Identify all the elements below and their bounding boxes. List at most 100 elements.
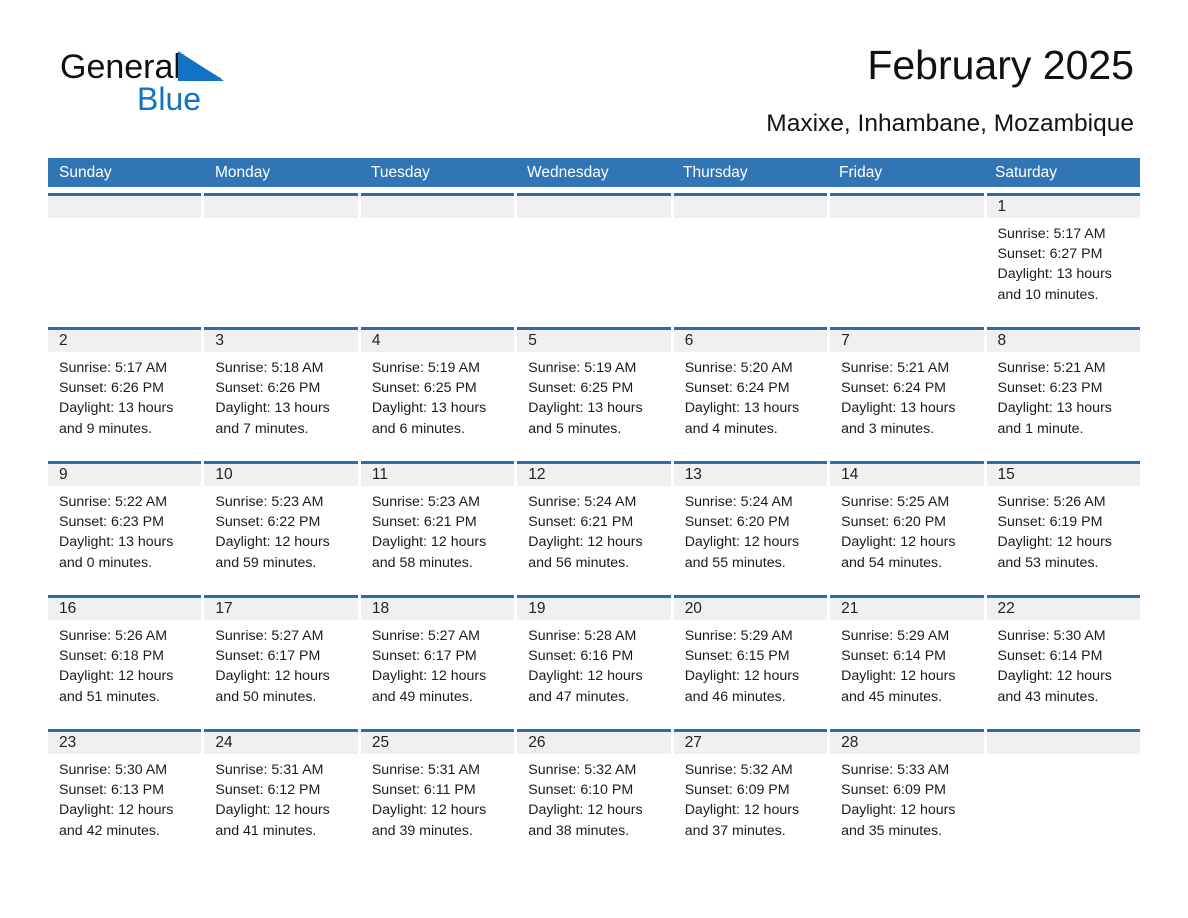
sunrise-time: Sunrise: 5:29 AM bbox=[841, 628, 950, 644]
daylight-duration-line1: Daylight: 12 hours bbox=[59, 802, 174, 819]
generalblue-logo[interactable]: General Blue bbox=[60, 48, 380, 118]
day-number-band: 5 bbox=[517, 330, 671, 352]
day-number: 15 bbox=[997, 466, 1015, 483]
page-header: General Blue February 2025 Maxixe, Inham… bbox=[48, 0, 1140, 137]
daylight-duration-line2: and 9 minutes. bbox=[59, 420, 153, 437]
day-details: Sunrise: 5:20 AM Sunset: 6:24 PM Daylight:… bbox=[674, 352, 827, 439]
calendar-day-cell[interactable]: 5 Sunrise: 5:19 AM Sunset: 6:25 PM Daylight… bbox=[517, 327, 671, 455]
daylight-duration-line2: and 45 minutes. bbox=[841, 688, 943, 705]
day-number-band: 12 bbox=[517, 464, 671, 486]
calendar-day-cell[interactable]: 13 Sunrise: 5:24 AM Sunset: 6:20 PM Dayligh… bbox=[673, 461, 828, 589]
day-number: 20 bbox=[684, 600, 702, 617]
sunset-time: Sunset: 6:19 PM bbox=[997, 514, 1103, 531]
daylight-duration-line2: and 4 minutes. bbox=[684, 420, 778, 437]
sunset-time: Sunset: 6:13 PM bbox=[59, 782, 164, 799]
calendar-day-cell[interactable]: 8 Sunrise: 5:21 AM Sunset: 6:23 PM Daylight… bbox=[986, 327, 1140, 455]
logo-triangle-icon bbox=[177, 49, 224, 96]
sunrise-time: Sunrise: 5:27 AM bbox=[215, 628, 324, 644]
day-number-band: 20 bbox=[673, 598, 828, 620]
day-number: 16 bbox=[59, 600, 77, 617]
daylight-duration-line2: and 53 minutes. bbox=[997, 554, 1099, 571]
calendar-day-cell[interactable]: 9 Sunrise: 5:22 AM Sunset: 6:23 PM Daylight… bbox=[48, 461, 202, 589]
weekday-header-thursday: Thursday bbox=[683, 164, 748, 181]
daylight-duration-line1: Daylight: 13 hours bbox=[997, 400, 1112, 417]
day-number-band: 23 bbox=[48, 732, 202, 754]
sunset-time: Sunset: 6:20 PM bbox=[841, 514, 946, 531]
daylight-duration-line1: Daylight: 12 hours bbox=[997, 668, 1112, 685]
day-number: 14 bbox=[841, 466, 859, 483]
sunset-time: Sunset: 6:23 PM bbox=[997, 380, 1103, 397]
calendar-day-cell[interactable]: 28 Sunrise: 5:33 AM Sunset: 6:09 PM Dayligh… bbox=[830, 729, 984, 857]
calendar-day-cell[interactable]: 16 Sunrise: 5:26 AM Sunset: 6:18 PM Dayligh… bbox=[48, 595, 202, 723]
calendar-day-cell[interactable]: 3 Sunrise: 5:18 AM Sunset: 6:26 PM Daylight… bbox=[204, 327, 358, 455]
sunrise-time: Sunrise: 5:22 AM bbox=[59, 494, 168, 510]
calendar-day-cell[interactable]: 10 Sunrise: 5:23 AM Sunset: 6:22 PM Dayligh… bbox=[204, 461, 358, 589]
daylight-duration-line1: Daylight: 13 hours bbox=[59, 534, 174, 551]
day-number: 1 bbox=[997, 198, 1007, 215]
calendar-day-cell[interactable]: 26 Sunrise: 5:32 AM Sunset: 6:10 PM Dayligh… bbox=[517, 729, 671, 857]
daylight-duration-line1: Daylight: 12 hours bbox=[841, 802, 956, 819]
calendar-day-cell[interactable]: 2 Sunrise: 5:17 AM Sunset: 6:26 PM Daylight… bbox=[48, 327, 202, 455]
day-details: Sunrise: 5:33 AM Sunset: 6:09 PM Daylight:… bbox=[830, 754, 983, 841]
calendar-day-cell[interactable]: 11 Sunrise: 5:23 AM Sunset: 6:21 PM Dayligh… bbox=[360, 461, 515, 589]
sunrise-time: Sunrise: 5:25 AM bbox=[841, 494, 950, 510]
calendar-day-cell[interactable]: 12 Sunrise: 5:24 AM Sunset: 6:21 PM Dayligh… bbox=[517, 461, 671, 589]
sunset-time: Sunset: 6:14 PM bbox=[841, 648, 946, 665]
calendar-day-cell[interactable]: 18 Sunrise: 5:27 AM Sunset: 6:17 PM Dayligh… bbox=[360, 595, 515, 723]
calendar-day-cell[interactable]: 6 Sunrise: 5:20 AM Sunset: 6:24 PM Daylight… bbox=[673, 327, 828, 455]
day-details: Sunrise: 5:23 AM Sunset: 6:22 PM Daylight:… bbox=[204, 486, 357, 573]
calendar-day-cell[interactable]: 23 Sunrise: 5:30 AM Sunset: 6:13 PM Dayligh… bbox=[48, 729, 202, 857]
daylight-duration-line2: and 41 minutes. bbox=[215, 822, 317, 839]
daylight-duration-line1: Daylight: 12 hours bbox=[371, 534, 487, 551]
sunset-time: Sunset: 6:27 PM bbox=[997, 246, 1103, 263]
weekday-header-wednesday: Wednesday bbox=[527, 164, 609, 181]
day-number: 3 bbox=[215, 332, 225, 349]
sunset-time: Sunset: 6:17 PM bbox=[371, 648, 477, 665]
calendar-day-cell[interactable]: 27 Sunrise: 5:32 AM Sunset: 6:09 PM Dayligh… bbox=[673, 729, 828, 857]
daylight-duration-line1: Daylight: 13 hours bbox=[215, 400, 330, 417]
sunrise-time: Sunrise: 5:23 AM bbox=[215, 494, 324, 510]
sunrise-time: Sunrise: 5:30 AM bbox=[59, 762, 168, 778]
calendar-day-cell[interactable]: 22 Sunrise: 5:30 AM Sunset: 6:14 PM Dayligh… bbox=[986, 595, 1140, 723]
daylight-duration-line2: and 35 minutes. bbox=[841, 822, 943, 839]
calendar-day-cell[interactable]: 14 Sunrise: 5:25 AM Sunset: 6:20 PM Dayligh… bbox=[830, 461, 984, 589]
sunrise-time: Sunrise: 5:27 AM bbox=[371, 628, 480, 644]
calendar-day-cell[interactable]: 25 Sunrise: 5:31 AM Sunset: 6:11 PM Dayligh… bbox=[360, 729, 515, 857]
sunset-time: Sunset: 6:26 PM bbox=[59, 380, 164, 397]
sunset-time: Sunset: 6:11 PM bbox=[371, 782, 476, 799]
calendar-day-cell[interactable]: 24 Sunrise: 5:31 AM Sunset: 6:12 PM Dayligh… bbox=[204, 729, 358, 857]
calendar-day-cell[interactable]: 20 Sunrise: 5:29 AM Sunset: 6:15 PM Dayligh… bbox=[673, 595, 828, 723]
day-number: 10 bbox=[215, 466, 233, 483]
calendar-day-cell[interactable]: 1 Sunrise: 5:17 AM Sunset: 6:27 PM Daylight… bbox=[986, 193, 1140, 321]
day-number-band: 24 bbox=[204, 732, 358, 754]
sunset-time: Sunset: 6:20 PM bbox=[684, 514, 790, 531]
daylight-duration-line2: and 37 minutes. bbox=[684, 822, 786, 839]
daylight-duration-line2: and 5 minutes. bbox=[528, 420, 622, 437]
sunset-time: Sunset: 6:22 PM bbox=[215, 514, 321, 531]
day-number: 18 bbox=[371, 600, 390, 617]
sunrise-time: Sunrise: 5:32 AM bbox=[528, 762, 637, 778]
day-number-band: 1 bbox=[986, 196, 1140, 218]
day-number: 17 bbox=[215, 600, 233, 617]
day-details: Sunrise: 5:24 AM Sunset: 6:21 PM Daylight:… bbox=[517, 486, 670, 573]
daylight-duration-line2: and 58 minutes. bbox=[371, 554, 473, 571]
daylight-duration-line1: Daylight: 13 hours bbox=[684, 400, 800, 417]
day-details: Sunrise: 5:21 AM Sunset: 6:23 PM Daylight:… bbox=[987, 352, 1140, 439]
day-number-band: 19 bbox=[517, 598, 671, 620]
calendar-day-cell[interactable]: 17 Sunrise: 5:27 AM Sunset: 6:17 PM Dayligh… bbox=[204, 595, 358, 723]
daylight-duration-line2: and 54 minutes. bbox=[841, 554, 943, 571]
daylight-duration-line2: and 49 minutes. bbox=[371, 688, 473, 705]
day-details: Sunrise: 5:19 AM Sunset: 6:25 PM Daylight:… bbox=[361, 352, 514, 439]
calendar-day-cell[interactable]: 21 Sunrise: 5:29 AM Sunset: 6:14 PM Dayligh… bbox=[830, 595, 984, 723]
sunset-time: Sunset: 6:15 PM bbox=[684, 648, 790, 665]
sunset-time: Sunset: 6:21 PM bbox=[371, 514, 477, 531]
calendar-page: General Blue February 2025 Maxixe, Inham… bbox=[0, 0, 1188, 918]
weekday-header-sunday: Sunday bbox=[59, 164, 112, 181]
calendar-day-cell[interactable]: 7 Sunrise: 5:21 AM Sunset: 6:24 PM Daylight… bbox=[830, 327, 984, 455]
sunrise-time: Sunrise: 5:33 AM bbox=[841, 762, 950, 778]
calendar-day-cell[interactable]: 19 Sunrise: 5:28 AM Sunset: 6:16 PM Dayligh… bbox=[517, 595, 671, 723]
calendar-day-cell[interactable]: 15 Sunrise: 5:26 AM Sunset: 6:19 PM Dayligh… bbox=[986, 461, 1140, 589]
calendar-day-cell[interactable]: 4 Sunrise: 5:19 AM Sunset: 6:25 PM Daylight… bbox=[360, 327, 515, 455]
day-number-band: 13 bbox=[673, 464, 828, 486]
calendar-day-cell-empty bbox=[48, 193, 202, 321]
